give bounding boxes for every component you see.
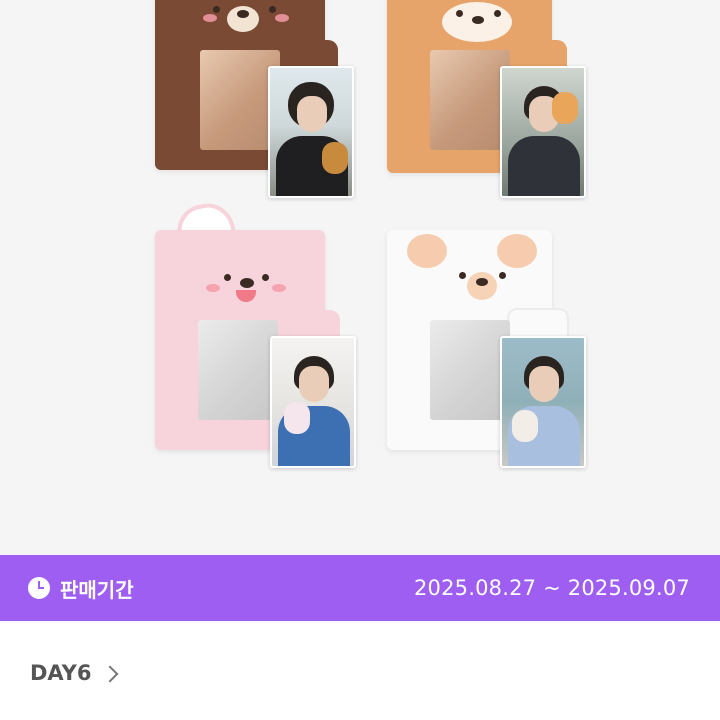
clear-window [430, 320, 510, 420]
bear-face-icon [195, 0, 295, 40]
bunny-photo-holder [150, 198, 360, 470]
sale-period-label-group: 판매기간 [28, 574, 134, 603]
sale-period-banner: 판매기간 2025.08.27 ~ 2025.09.07 [0, 555, 720, 621]
product-image[interactable] [0, 0, 720, 555]
member-photocard [500, 66, 586, 198]
member-photocard [270, 336, 356, 468]
chevron-right-icon [101, 665, 118, 682]
bunny-face-icon [202, 264, 302, 314]
clear-window [198, 320, 278, 420]
puppy-face-icon [437, 266, 537, 316]
artist-name: DAY6 [30, 661, 92, 685]
member-photocard [500, 336, 586, 468]
puppy-ear [407, 234, 447, 268]
puppy-photo-holder [382, 200, 592, 470]
sale-period-label: 판매기간 [60, 577, 134, 602]
member-photocard [268, 66, 354, 198]
artist-link[interactable]: DAY6 [30, 661, 118, 685]
clock-icon [28, 577, 50, 599]
sale-period-dates: 2025.08.27 ~ 2025.09.07 [413, 576, 690, 600]
shiba-photo-holder [382, 0, 592, 200]
puppy-ear [497, 234, 537, 268]
shiba-face-icon [432, 0, 532, 44]
clear-window [430, 50, 510, 150]
bear-photo-holder [150, 0, 360, 200]
product-info: DAY6 [0, 621, 720, 720]
